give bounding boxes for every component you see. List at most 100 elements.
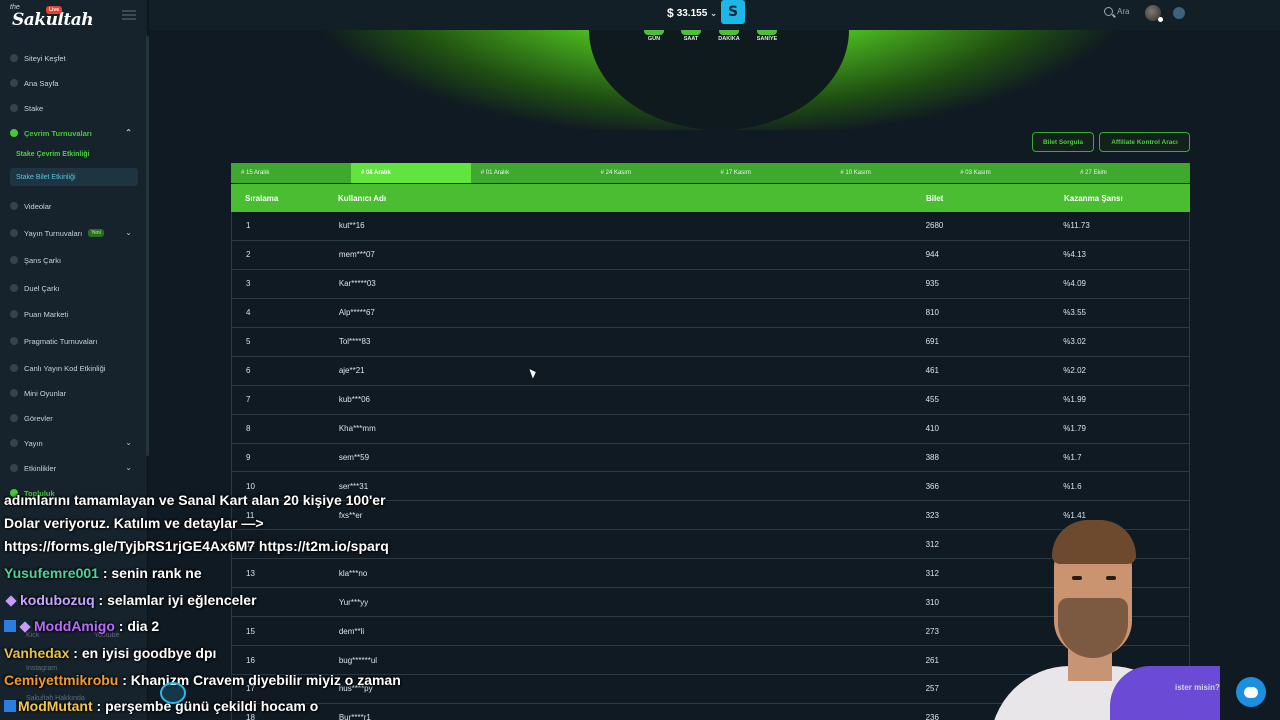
tickets-cell: 366 bbox=[925, 481, 939, 491]
streamer-hair bbox=[1052, 520, 1136, 564]
streamer-background bbox=[1110, 666, 1220, 720]
tickets-cell: 935 bbox=[925, 279, 939, 289]
events-icon bbox=[10, 464, 18, 472]
sidebar-item-tasks[interactable]: Görevler bbox=[8, 409, 138, 427]
chat-message: Vanhedax : en iyisi goodbye dpı bbox=[4, 645, 216, 661]
chat-bubble-icon bbox=[1244, 686, 1258, 698]
sidebar-item-tournaments[interactable]: Çevrim Turnuvaları ⌃ bbox=[8, 124, 138, 142]
sidebar-sub-wager-event[interactable]: Stake Çevrim Etkinliği bbox=[10, 145, 138, 163]
sidebar-item-home[interactable]: Ana Sayfa bbox=[8, 74, 138, 92]
sidebar-item-label: Yayın Turnuvaları bbox=[24, 228, 83, 238]
rank-cell: 8 bbox=[246, 424, 251, 434]
username-cell: fxs**er bbox=[338, 510, 363, 520]
chat-text: : Khanizm Cravem diyebilir miyiz o zaman bbox=[118, 672, 401, 688]
username-cell: kla***no bbox=[338, 568, 368, 578]
sidebar-item-videos[interactable]: Videolar bbox=[8, 197, 138, 215]
sidebar-item-points-market[interactable]: Puan Marketi bbox=[8, 305, 138, 323]
gem-icon bbox=[19, 621, 31, 633]
tab-week-selected[interactable]: # 08 Aralık bbox=[350, 163, 471, 183]
rank-cell: 9 bbox=[246, 452, 251, 462]
tab-week[interactable]: # 27 Ekim bbox=[1070, 163, 1190, 183]
sidebar-item-label: Puan Marketi bbox=[24, 309, 69, 319]
chat-icon[interactable] bbox=[1173, 7, 1185, 19]
timer-hours-label: SAAT bbox=[683, 36, 699, 42]
sidebar-sub-ticket-event[interactable]: Stake Bilet Etkinliği bbox=[10, 168, 138, 186]
sidebar-item-events[interactable]: Etkinlikler ⌄ bbox=[8, 459, 138, 477]
sidebar-item-discover[interactable]: Siteyi Keşfet bbox=[8, 49, 138, 67]
sidebar-item-stream-tournaments[interactable]: Yayın Turnuvaları Yeni ⌄ bbox=[8, 224, 138, 242]
timer-pill bbox=[681, 30, 701, 35]
table-row: 2 mem***07 944 %4.13 bbox=[232, 241, 1189, 270]
stake-logo-icon[interactable]: S bbox=[721, 0, 745, 24]
menu-toggle-icon[interactable] bbox=[122, 10, 136, 20]
timer-pill bbox=[644, 30, 664, 35]
win-chance-cell: %1.99 bbox=[1063, 395, 1086, 405]
balance-value: 33.155 bbox=[676, 7, 708, 19]
rank-cell: 2 bbox=[246, 250, 251, 260]
sidebar-item-duel-wheel[interactable]: Duel Çarkı bbox=[8, 279, 138, 297]
username-cell: bug******ul bbox=[338, 655, 378, 665]
search-label: Ara bbox=[1117, 7, 1130, 16]
sidebar-sub-label: Stake Bilet Etkinliği bbox=[16, 173, 76, 181]
instagram-link[interactable]: Instagram bbox=[26, 665, 57, 672]
support-chat-button[interactable] bbox=[1236, 677, 1266, 707]
sidebar-item-label: Etkinlikler bbox=[24, 463, 57, 473]
tasks-icon bbox=[10, 414, 18, 422]
tab-week[interactable]: # 01 Aralık bbox=[471, 163, 591, 183]
sidebar-sub-label: Stake Çevrim Etkinliği bbox=[16, 150, 90, 158]
sidebar-item-wheel[interactable]: Şans Çarkı bbox=[8, 251, 138, 269]
sidebar-item-label: Stake bbox=[24, 103, 44, 113]
tab-week[interactable]: # 17 Kasım bbox=[711, 163, 831, 183]
username-cell: kub***06 bbox=[338, 395, 370, 405]
moderator-icon bbox=[4, 700, 16, 712]
chat-text: : en iyisi goodbye dpı bbox=[69, 645, 217, 661]
rank-cell: 18 bbox=[246, 713, 255, 720]
chat-username: ModdAmigo bbox=[34, 618, 115, 634]
balance-dropdown[interactable]: $ 33.155 ⌄ bbox=[667, 6, 717, 20]
gamepad-icon bbox=[10, 389, 18, 397]
win-chance-cell: %1.6 bbox=[1063, 481, 1082, 491]
sidebar-item-pragmatic[interactable]: Pragmatic Turnuvaları bbox=[8, 332, 138, 350]
avatar[interactable] bbox=[1145, 5, 1163, 22]
tab-week[interactable]: # 24 Kasım bbox=[591, 163, 711, 183]
tickets-cell: 2680 bbox=[925, 221, 944, 231]
timer-minutes-label: DAKİKA bbox=[718, 36, 740, 42]
sidebar-item-stream[interactable]: Yayın ⌄ bbox=[8, 434, 138, 452]
timer-days-label: GÜN bbox=[647, 36, 661, 42]
cup-icon bbox=[10, 229, 18, 237]
rank-cell: 3 bbox=[246, 279, 251, 289]
chat-announcement-line: Dolar veriyoruz. Katılım ve detaylar —> bbox=[4, 515, 264, 531]
search-button[interactable]: Ara bbox=[1104, 7, 1129, 16]
ticket-query-button[interactable]: Bilet Sorgula bbox=[1032, 132, 1094, 152]
wheel-icon bbox=[10, 256, 18, 264]
tab-week[interactable]: # 10 Kasım bbox=[830, 163, 950, 183]
table-header: Sıralama Kullanıcı Adı Bilet Kazanma Şan… bbox=[231, 184, 1190, 212]
username-cell: sem**59 bbox=[338, 452, 370, 462]
sidebar-item-label: Yayın bbox=[24, 438, 43, 448]
sidebar-item-live-code[interactable]: Canlı Yayın Kod Etkinliği bbox=[8, 359, 138, 377]
tab-week[interactable]: # 03 Kasım bbox=[950, 163, 1070, 183]
chat-text: : dia 2 bbox=[114, 618, 160, 634]
sidebar-item-label: Mini Oyunlar bbox=[24, 388, 67, 398]
affiliate-check-button[interactable]: Affiliate Kontrol Aracı bbox=[1099, 132, 1190, 152]
week-tabs: # 15 Aralık # 08 Aralık # 01 Aralık # 24… bbox=[231, 163, 1190, 183]
table-row: 6 aje**21 461 %2.02 bbox=[232, 357, 1189, 386]
chat-message: Yusufemre001 : senin rank ne bbox=[4, 565, 202, 581]
username-cell: Yur***yy bbox=[338, 597, 369, 607]
username-cell: Tol****83 bbox=[338, 337, 371, 347]
username-cell: aje**21 bbox=[338, 366, 365, 376]
header-tickets: Bilet bbox=[926, 193, 944, 203]
table-row: 3 Kar*****03 935 %4.09 bbox=[232, 270, 1189, 299]
sidebar-item-stake[interactable]: Stake bbox=[8, 99, 138, 117]
sidebar-item-label: Videolar bbox=[24, 201, 52, 211]
tab-week[interactable]: # 15 Aralık bbox=[231, 163, 351, 183]
rank-cell: 10 bbox=[246, 481, 255, 491]
tickets-cell: 944 bbox=[925, 250, 939, 260]
gem-icon bbox=[5, 595, 17, 607]
sidebar-item-label: Görevler bbox=[24, 413, 53, 423]
site-logo[interactable]: the Sakultah Live bbox=[10, 4, 94, 30]
duel-icon bbox=[10, 284, 18, 292]
new-badge: Yeni bbox=[88, 229, 104, 237]
sidebar-item-mini-games[interactable]: Mini Oyunlar bbox=[8, 384, 138, 402]
table-row: 5 Tol****83 691 %3.02 bbox=[232, 328, 1189, 357]
